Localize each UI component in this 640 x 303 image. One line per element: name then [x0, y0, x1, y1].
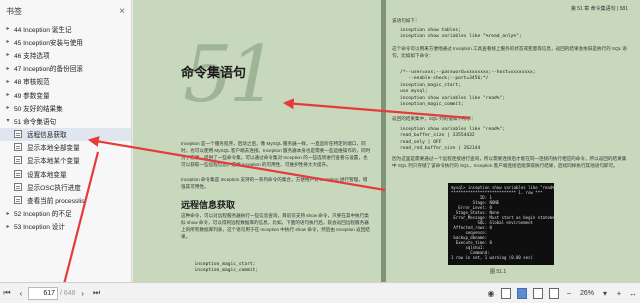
zoom-in-icon[interactable]: + — [612, 286, 626, 300]
bookmark-label: 51 命令集语句 — [14, 118, 57, 126]
bookmark-subitem[interactable]: 设置本地变量 — [0, 167, 131, 180]
sidebar-header: 书签 × — [0, 0, 131, 22]
bookmark-subitem[interactable]: 远程信息获取 — [0, 127, 131, 141]
paragraph: 这个命令可以用来方便地通过 Inception 工具查看线上服务的状态或变量等信… — [392, 46, 627, 58]
section-title: 远程信息获取 — [181, 200, 236, 210]
chevron-right-icon[interactable]: ▸ — [4, 51, 12, 58]
bookmark-sidebar: 书签 × ▸ 44 Inception 诞生记 ▸ 45 Inception安装与使用… — [0, 0, 132, 282]
bookmark-label: 显示本地某个变量 — [27, 158, 80, 166]
book-view-icon[interactable] — [548, 287, 559, 299]
single-page-view-icon[interactable] — [500, 287, 511, 299]
intro-paragraph: Inception 是一个服务程序，启动之后，像 MySQL 服务器一样，一直监… — [181, 141, 371, 167]
chevron-down-icon[interactable]: ▾ — [4, 117, 12, 124]
zoom-out-icon[interactable]: − — [562, 286, 576, 300]
page-total: / 648 — [60, 289, 76, 297]
bookmark-item[interactable]: ▸ 45 Inception安装与使用 — [0, 35, 131, 48]
bookmark-label: 45 Inception安装与使用 — [14, 39, 83, 47]
page-header: 第 51 章 命令集语句 | 581 — [570, 6, 628, 12]
bookmark-item[interactable]: ▸ 46 支持选项 — [0, 48, 131, 61]
document-icon — [14, 196, 22, 205]
chevron-right-icon[interactable]: ▸ — [4, 78, 12, 85]
chevron-right-icon[interactable]: ▸ — [4, 91, 12, 98]
continuous-view-icon[interactable] — [532, 287, 543, 299]
zoom-dropdown-icon[interactable]: ▾ — [598, 286, 612, 300]
paragraph: 因为这里是需要通过一个远程连接进行查询，所以需要连接后才能在同一连接内执行相应的… — [392, 156, 627, 168]
code-block: /*--user=xxx;--password=xxxxxxxx;--host=… — [400, 70, 536, 108]
bookmark-label: 显示本地全部变量 — [27, 145, 80, 153]
chevron-right-icon[interactable]: ▸ — [4, 25, 12, 32]
section-paragraph: 这种命令，可以对远程服务器执行一些信息查询，目前仅支持 show 命令，只要在其… — [181, 213, 370, 239]
document-icon — [14, 143, 22, 152]
document-icon — [14, 169, 22, 178]
bookmark-subitem[interactable]: 显示OSC执行进度 — [0, 180, 131, 193]
figure-caption: 图 51.1 — [490, 269, 507, 275]
close-icon[interactable]: × — [119, 6, 125, 17]
code-block: inception show tables; inception show va… — [400, 28, 522, 40]
terminal-screenshot: mysql> inception show variables like "re… — [448, 183, 554, 265]
zoom-level[interactable]: 26% — [580, 290, 594, 297]
bookmark-label: 显示OSC执行进度 — [27, 184, 81, 192]
bookmark-label: 47 Inception的备份回滚 — [14, 66, 83, 74]
code-block: inception show variables like "read%"; r… — [400, 127, 506, 152]
first-page-icon[interactable]: ⏮ — [0, 286, 14, 300]
next-page-icon[interactable]: › — [76, 286, 90, 300]
bookmark-label: 查看当前 processlist — [27, 198, 87, 206]
bookmark-item[interactable]: ▸ 50 友好的结果集 — [0, 101, 131, 114]
document-view[interactable]: 51 命令集语句 Inception 是一个服务程序，启动之后，像 MySQL … — [133, 0, 640, 282]
code-block: inception_magic_start; inception_magic_c… — [194, 262, 259, 274]
paragraph: 返回的结果集中，SQL 列的值如下所示： — [392, 116, 476, 121]
bookmark-item[interactable]: ▸ 49 参数变量 — [0, 88, 131, 101]
bookmark-label: 44 Inception 诞生记 — [14, 26, 72, 34]
last-page-icon[interactable]: ⏭ — [90, 286, 104, 300]
bookmark-label: 49 参数变量 — [14, 92, 50, 100]
bookmark-tree: ▸ 44 Inception 诞生记 ▸ 45 Inception安装与使用 ▸ 46 支… — [0, 22, 131, 233]
sidebar-title: 书签 — [6, 6, 22, 16]
prev-page-icon[interactable]: ‹ — [14, 286, 28, 300]
eye-icon[interactable]: ◉ — [484, 286, 498, 300]
chevron-right-icon[interactable]: ▸ — [4, 65, 12, 72]
bookmark-label: 53 Inception 设计 — [14, 224, 65, 232]
chevron-right-icon[interactable]: ▸ — [4, 38, 12, 45]
document-icon — [14, 182, 22, 191]
bookmark-item[interactable]: ▸ 48 审核规范 — [0, 75, 131, 88]
status-bar: ⏮ ‹ / 648 › ⏭ ◉ − 26% ▾ + ↔ — [0, 282, 640, 303]
bookmark-subitem[interactable]: 查看当前 processlist — [0, 193, 131, 206]
pdf-reader-window: 书签 × ▸ 44 Inception 诞生记 ▸ 45 Inception安装与使用… — [0, 0, 640, 303]
page-left: 51 命令集语句 Inception 是一个服务程序，启动之后，像 MySQL … — [133, 0, 381, 282]
bookmark-label: 46 支持选项 — [14, 52, 50, 60]
bookmark-item[interactable]: ▾ 51 命令集语句 — [0, 114, 131, 127]
fit-width-icon[interactable]: ↔ — [626, 286, 640, 300]
bookmark-subitem[interactable]: 显示本地某个变量 — [0, 154, 131, 167]
bookmark-item[interactable]: ▸ 44 Inception 诞生记 — [0, 22, 131, 35]
two-page-view-icon[interactable] — [516, 287, 527, 299]
bookmark-label: 50 友好的结果集 — [14, 105, 63, 113]
intro-paragraph-2: Inception 命令集是 Inception 支持的一系列命令的集合，方便用… — [181, 177, 368, 189]
bookmark-subitem[interactable]: 显示本地全部变量 — [0, 141, 131, 154]
bookmark-label: 52 Inception 的不足 — [14, 211, 72, 219]
page-number-input[interactable] — [28, 286, 58, 300]
bookmark-item[interactable]: ▸ 47 Inception的备份回滚 — [0, 62, 131, 75]
chapter-title: 命令集语句 — [181, 66, 247, 81]
document-icon — [14, 130, 22, 139]
bookmark-item[interactable]: ▸ 53 Inception 设计 — [0, 220, 131, 233]
bookmark-item[interactable]: ▸ 52 Inception 的不足 — [0, 207, 131, 220]
bookmark-label: 远程信息获取 — [27, 132, 67, 140]
chevron-right-icon[interactable]: ▸ — [4, 223, 12, 230]
document-icon — [14, 156, 22, 165]
bookmark-label: 48 审核规范 — [14, 79, 50, 87]
paragraph: 该语句如下： — [392, 18, 420, 23]
page-right: 第 51 章 命令集语句 | 581 该语句如下： inception show… — [386, 0, 640, 282]
chevron-right-icon[interactable]: ▸ — [4, 210, 12, 217]
bookmark-label: 设置本地变量 — [27, 171, 67, 179]
chevron-right-icon[interactable]: ▸ — [4, 104, 12, 111]
